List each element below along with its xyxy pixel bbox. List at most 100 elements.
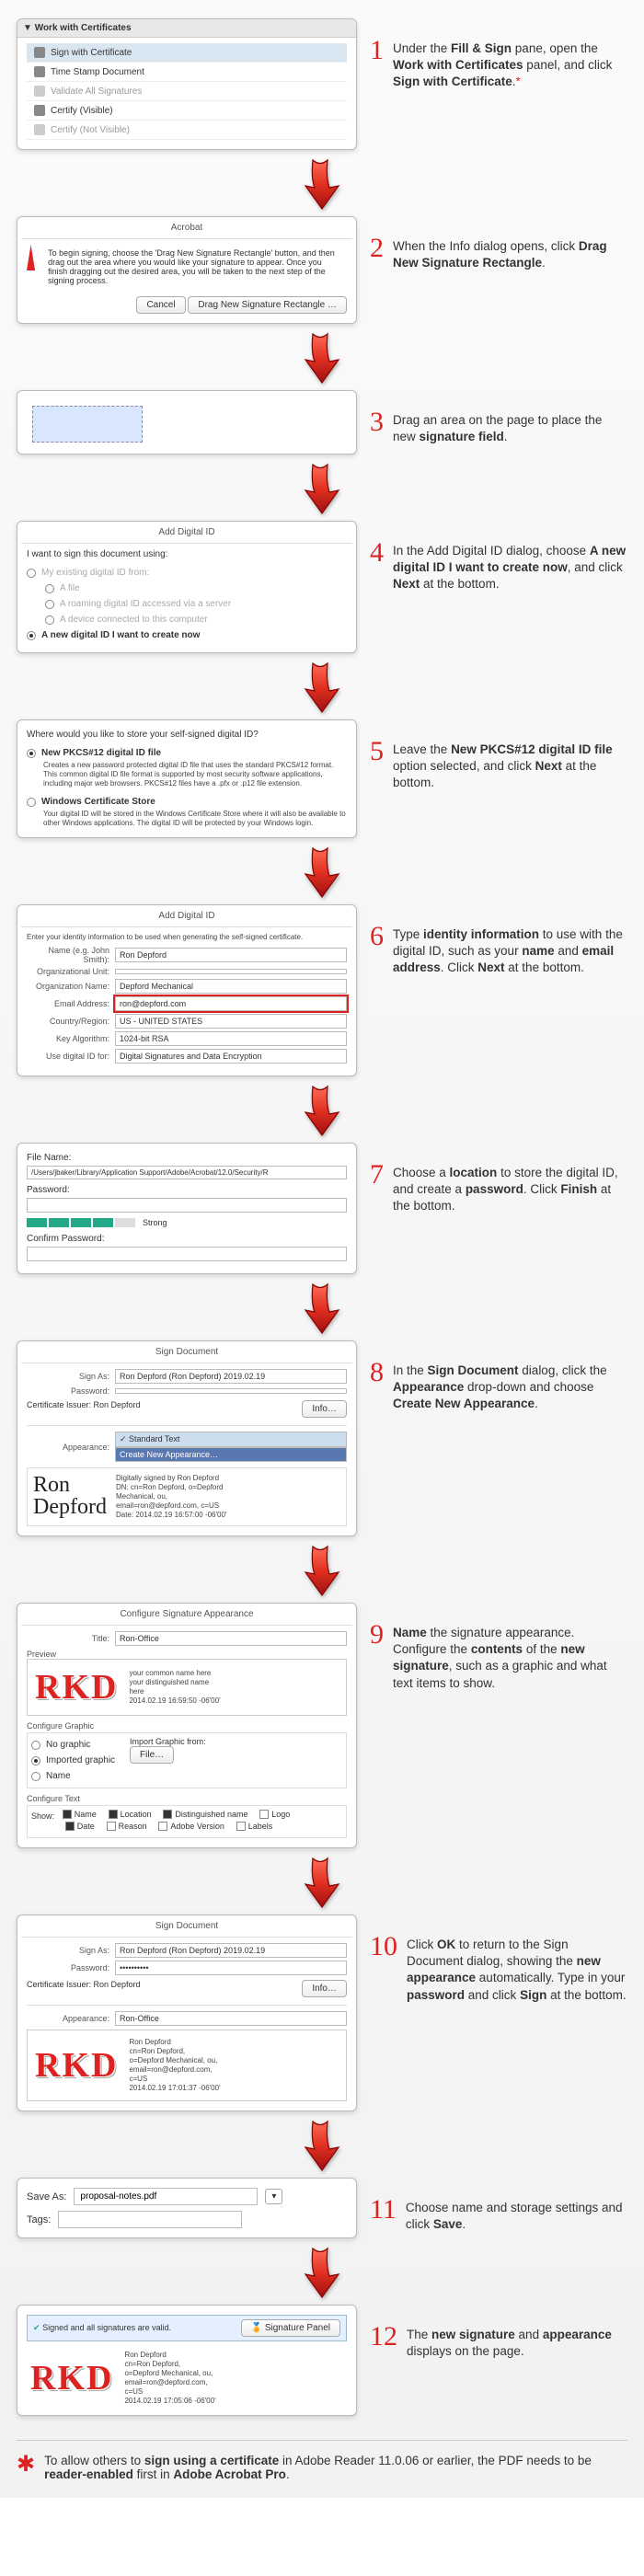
drag-rectangle-button[interactable]: Drag New Signature Rectangle …	[188, 296, 347, 314]
dialog-title: Add Digital ID	[21, 909, 352, 927]
chk-reason[interactable]: Reason	[107, 1822, 147, 1831]
step-number: 3	[370, 408, 384, 436]
arrow-icon	[294, 1280, 350, 1335]
step-desc: Leave the New PKCS#12 digital ID file op…	[393, 738, 627, 792]
radio-name-graphic[interactable]: Name	[31, 1768, 115, 1784]
pkcs12-desc: Creates a new password protected digital…	[27, 761, 347, 794]
menu-time-stamp[interactable]: Time Stamp Document	[27, 63, 347, 82]
password-input[interactable]	[115, 1388, 347, 1394]
appearance-select[interactable]: Ron-Office	[115, 2011, 347, 2026]
signature-dn-final: Ron Depford cn=Ron Depford, o=Depford Me…	[124, 2351, 215, 2406]
sign-as-select[interactable]: Ron Depford (Ron Depford) 2019.02.19	[115, 1943, 347, 1958]
arrow-icon	[294, 2117, 350, 2172]
password-input[interactable]	[27, 1198, 347, 1213]
arrow-icon	[294, 155, 350, 211]
chk-logo[interactable]: Logo	[259, 1810, 290, 1819]
radio-roaming: A roaming digital ID accessed via a serv…	[27, 596, 347, 612]
step-desc: Drag an area on the page to place the ne…	[393, 408, 627, 445]
rkd-graphic: RKD	[30, 2358, 113, 2398]
step-number: 6	[370, 923, 384, 950]
screenshot-pkcs12: Where would you like to store your self-…	[17, 719, 357, 838]
step-number: 4	[370, 539, 384, 567]
arrow-icon	[294, 659, 350, 714]
info-button[interactable]: Info…	[302, 1980, 347, 1997]
step-number: 10	[370, 1933, 397, 1961]
tags-label: Tags:	[27, 2214, 51, 2225]
chk-date[interactable]: Date	[65, 1822, 95, 1831]
org-name-input[interactable]: Depford Mechanical	[115, 979, 347, 994]
chk-labels[interactable]: Labels	[236, 1822, 273, 1831]
step-number: 7	[370, 1161, 384, 1189]
key-alg-select[interactable]: 1024-bit RSA	[115, 1031, 347, 1046]
file-path-input[interactable]: /Users/jbaker/Library/Application Suppor…	[27, 1166, 347, 1179]
password-label: Password:	[27, 1185, 347, 1195]
step-desc: Click OK to return to the Sign Document …	[407, 1933, 627, 2004]
rkd-graphic: RKD	[35, 2045, 118, 2086]
file-label: File Name:	[27, 1153, 347, 1163]
info-button[interactable]: Info…	[302, 1400, 347, 1418]
step-number: 12	[370, 2323, 397, 2351]
dialog-title: Sign Document	[21, 1919, 352, 1938]
chevron-down-icon[interactable]: ▾	[265, 2189, 282, 2204]
radio-imported-graphic[interactable]: Imported graphic	[31, 1753, 115, 1768]
step-number: 1	[370, 37, 384, 64]
step-desc: The new signature and appearance display…	[407, 2323, 627, 2360]
configure-graphic-label: Configure Graphic	[27, 1721, 347, 1731]
radio-windows-store[interactable]: Windows Certificate Store	[27, 794, 347, 810]
arrow-icon	[294, 460, 350, 515]
dialog-lead: Enter your identity information to be us…	[27, 933, 347, 942]
password-strength-label: Strong	[143, 1218, 167, 1227]
screenshot-configure-appearance: Configure Signature Appearance Title:Ron…	[17, 1603, 357, 1848]
step-number: 11	[370, 2196, 397, 2224]
email-input[interactable]: ron@depford.com	[115, 996, 347, 1011]
arrow-icon	[294, 2244, 350, 2299]
tags-input[interactable]	[58, 2211, 242, 2228]
screenshot-identity: Add Digital ID Enter your identity infor…	[17, 904, 357, 1076]
chk-adobe-version[interactable]: Adobe Version	[158, 1822, 224, 1831]
dialog-title: Acrobat	[21, 221, 352, 239]
use-for-select[interactable]: Digital Signatures and Data Encryption	[115, 1049, 347, 1064]
password-input[interactable]: ••••••••••	[115, 1961, 347, 1975]
configure-text-label: Configure Text	[27, 1794, 347, 1803]
step-number: 9	[370, 1621, 384, 1649]
step-desc: Choose name and storage settings and cli…	[406, 2196, 627, 2233]
menu-certify-visible[interactable]: Certify (Visible)	[27, 101, 347, 121]
radio-new-id[interactable]: A new digital ID I want to create now	[27, 627, 347, 643]
rkd-graphic: RKD	[35, 1667, 118, 1708]
radio-pkcs12[interactable]: New PKCS#12 digital ID file	[27, 745, 347, 761]
chk-location[interactable]: Location	[109, 1810, 152, 1819]
title-input[interactable]: Ron-Office	[115, 1631, 347, 1646]
radio-no-graphic[interactable]: No graphic	[31, 1737, 115, 1753]
country-select[interactable]: US - UNITED STATES	[115, 1014, 347, 1029]
signature-field-rect[interactable]	[32, 406, 143, 443]
chk-dn[interactable]: Distinguished name	[163, 1810, 247, 1819]
pen-icon	[34, 47, 45, 58]
radio-file: A file	[27, 581, 347, 596]
chk-name[interactable]: Name	[63, 1810, 97, 1819]
org-unit-input[interactable]	[115, 969, 347, 974]
screenshot-sign-document: Sign Document Sign As:Ron Depford (Ron D…	[17, 1340, 357, 1536]
arrow-icon	[294, 1082, 350, 1137]
issuer-label: Certificate Issuer: Ron Depford	[27, 1400, 141, 1418]
appearance-create-new[interactable]: Create New Appearance…	[115, 1447, 347, 1462]
sign-as-select[interactable]: Ron Depford (Ron Depford) 2019.02.19	[115, 1369, 347, 1384]
step-desc: In the Sign Document dialog, click the A…	[393, 1359, 627, 1413]
confirm-password-input[interactable]	[27, 1247, 347, 1261]
preview-text: your common name here your distinguished…	[129, 1669, 220, 1706]
footnote-text: To allow others to sign using a certific…	[44, 2454, 627, 2481]
dialog-title: Configure Signature Appearance	[21, 1607, 352, 1626]
signature-panel-button[interactable]: 🏅 Signature Panel	[241, 2319, 340, 2337]
screenshot-work-with-certificates: ▼ Work with Certificates Sign with Certi…	[17, 18, 357, 150]
name-input[interactable]: Ron Depford	[115, 948, 347, 962]
step-number: 5	[370, 738, 384, 765]
issuer-label: Certificate Issuer: Ron Depford	[27, 1980, 141, 1997]
menu-sign-with-certificate[interactable]: Sign with Certificate	[27, 43, 347, 63]
step-desc: When the Info dialog opens, click Drag N…	[393, 235, 627, 271]
save-as-input[interactable]	[74, 2188, 258, 2205]
radio-device: A device connected to this computer	[27, 612, 347, 627]
signature-name-preview: Ron Depford	[33, 1474, 107, 1520]
import-file-button[interactable]: File…	[130, 1746, 174, 1764]
appearance-select[interactable]: ✓ Standard Text	[115, 1432, 347, 1447]
clock-icon	[34, 66, 45, 77]
cancel-button[interactable]: Cancel	[136, 296, 185, 314]
